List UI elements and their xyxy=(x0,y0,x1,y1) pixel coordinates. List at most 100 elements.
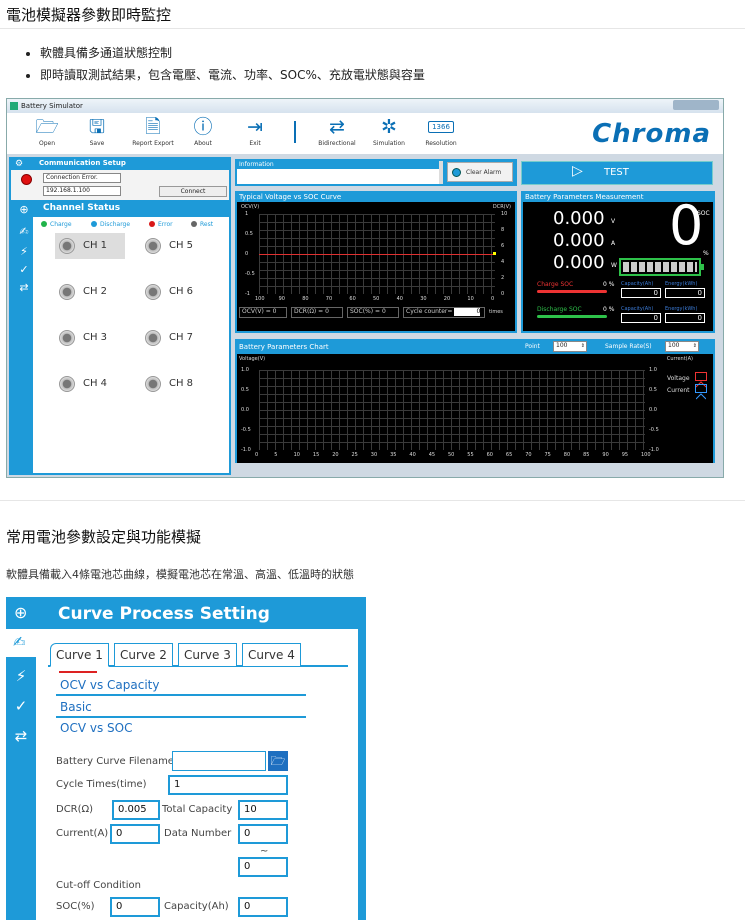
check-icon[interactable]: ✓ xyxy=(12,697,30,715)
basic-link[interactable]: Basic xyxy=(60,700,92,714)
information-title: Information xyxy=(239,161,274,168)
tick-label: 90 xyxy=(278,296,285,302)
tick-label: 60 xyxy=(486,452,493,458)
save-button[interactable]: 🖫 Save xyxy=(77,115,117,149)
sample-rate-label: Sample Rate(S) xyxy=(605,343,652,350)
current-input[interactable]: 0 xyxy=(110,824,160,844)
target-icon[interactable]: ⊕ xyxy=(14,603,27,622)
power-value: 0.000 xyxy=(553,252,605,273)
spin-icon[interactable]: ⇕ xyxy=(581,342,585,350)
curve-icon-tab[interactable]: ✍ xyxy=(6,629,36,657)
soc-percent-sign: % xyxy=(703,250,709,257)
total-capacity-input[interactable]: 10 xyxy=(238,800,288,820)
channel-led xyxy=(59,376,75,392)
current-legend-label: Current xyxy=(667,387,690,394)
channel-ch1[interactable]: CH 1 xyxy=(55,233,125,259)
tab-curve-2[interactable]: Curve 2 xyxy=(114,643,173,667)
clear-alarm-button[interactable]: Clear Alarm xyxy=(447,162,513,182)
report-icon: 🗎 xyxy=(145,116,161,138)
channel-ch2[interactable]: CH 2 xyxy=(55,279,123,305)
app-icon xyxy=(10,102,18,110)
tick-label: 1.0 xyxy=(649,367,657,373)
channel-ch4[interactable]: CH 4 xyxy=(55,371,123,397)
simulation-icon: ✲ xyxy=(381,116,397,138)
tab-curve-3[interactable]: Curve 3 xyxy=(178,643,237,667)
tick-label: 70 xyxy=(325,296,333,302)
report-export-button[interactable]: 🗎 Report Export xyxy=(129,115,177,149)
rest-legend-label: Rest xyxy=(200,221,214,228)
tick-label: 1 xyxy=(245,211,249,217)
ocv-readout: OCV(V) = 0 xyxy=(239,307,287,318)
data-number-start-input[interactable]: 0 xyxy=(238,824,288,844)
information-text-area[interactable] xyxy=(237,169,443,184)
charge-capacity-value: 0 xyxy=(621,288,661,298)
toolbar-divider xyxy=(294,121,296,143)
data-number-end-input[interactable]: 0 xyxy=(238,857,288,877)
active-tab-indicator xyxy=(59,671,97,673)
exit-button[interactable]: ⇥ Exit xyxy=(235,115,275,149)
channel-ch3[interactable]: CH 3 xyxy=(55,325,123,351)
voltage-soc-panel: Typical Voltage vs SOC Curve OCV(V) DCR(… xyxy=(235,191,517,333)
sample-rate-input[interactable]: 100 ⇕ xyxy=(665,341,699,352)
tab-curve-1[interactable]: Curve 1 xyxy=(50,643,109,673)
cutoff-capacity-input[interactable]: 0 xyxy=(238,897,288,917)
left-panel: ⚙ Communication Setup Connection Error. … xyxy=(9,157,231,475)
ocv-soc-link[interactable]: OCV vs SOC xyxy=(60,721,132,735)
section-title-monitor: 電池模擬器參數即時監控 xyxy=(6,6,172,24)
measurement-panel: Battery Parameters Measurement 0.000 V 0… xyxy=(521,191,715,333)
folder-icon: 🗁 xyxy=(270,754,286,768)
information-scrollbar[interactable] xyxy=(439,161,443,184)
tick-label: 80 xyxy=(563,452,571,458)
channel-ch6[interactable]: CH 6 xyxy=(141,279,209,305)
filename-input[interactable] xyxy=(172,751,266,771)
curve-icon[interactable]: ✍ xyxy=(15,225,33,238)
tick-label: 60 xyxy=(349,296,356,302)
swap-icon[interactable]: ⇄ xyxy=(12,727,30,745)
battery-icon[interactable]: ⚡ xyxy=(12,667,30,685)
voltage-value: 0.000 xyxy=(553,208,605,229)
comm-setup-icon: ⚙ xyxy=(15,159,24,169)
cycle-times-input[interactable]: 1 xyxy=(168,775,288,795)
browse-folder-button[interactable]: 🗁 xyxy=(268,751,288,771)
charge-legend-dot xyxy=(41,221,47,227)
feature-item: 軟體具備多通道狀態控制 xyxy=(40,42,425,64)
connect-button[interactable]: Connect xyxy=(159,186,227,197)
channel-ch7[interactable]: CH 7 xyxy=(141,325,209,351)
discharge-soc-bar xyxy=(537,315,607,318)
information-panel: Information Clear Alarm xyxy=(235,159,517,186)
window-controls[interactable] xyxy=(673,100,719,110)
channel-led xyxy=(59,330,75,346)
discharge-soc-value: 0 % xyxy=(603,306,615,313)
feature-item: 即時讀取測試結果，包含電壓、電流、功率、SOC%、充放電狀態與容量 xyxy=(40,64,425,86)
discharge-legend-dot xyxy=(91,221,97,227)
tick-label: 4 xyxy=(501,259,505,265)
target-icon[interactable]: ⊕ xyxy=(15,203,33,216)
channel-ch5[interactable]: CH 5 xyxy=(141,233,209,259)
cycle-times-unit: times xyxy=(489,309,503,315)
test-button[interactable]: ▷ TEST xyxy=(521,161,713,185)
ocv-capacity-link[interactable]: OCV vs Capacity xyxy=(60,678,159,692)
soc-big-label: SOC xyxy=(697,210,710,217)
point-label: Point xyxy=(525,343,540,350)
chroma-logo: Chroma xyxy=(592,119,711,149)
point-input[interactable]: 100 ⇕ xyxy=(553,341,587,352)
about-button[interactable]: ⓘ About xyxy=(183,115,223,149)
ip-address-input[interactable]: 192.168.1.100 xyxy=(43,186,121,196)
check-icon[interactable]: ✓ xyxy=(15,263,33,276)
link-divider xyxy=(56,716,306,718)
resolution-button[interactable]: 1366 Resolution xyxy=(419,115,463,149)
battery-icon[interactable]: ⚡ xyxy=(15,245,33,258)
tick-label: 10 xyxy=(293,452,300,458)
range-tilde: ~ xyxy=(260,846,269,857)
swap-icon[interactable]: ⇄ xyxy=(15,281,33,294)
dcr-input[interactable]: 0.005 xyxy=(112,800,160,820)
bidirectional-button[interactable]: ⇄ Bidirectional xyxy=(313,115,361,149)
tab-curve-4[interactable]: Curve 4 xyxy=(242,643,301,667)
open-button[interactable]: 🗁 Open xyxy=(27,115,67,149)
simulation-button[interactable]: ✲ Simulation xyxy=(367,115,411,149)
current-legend-swatch[interactable] xyxy=(695,384,707,400)
cutoff-soc-input[interactable]: 0 xyxy=(110,897,160,917)
channel-ch8[interactable]: CH 8 xyxy=(141,371,209,397)
voltage-legend-swatch[interactable] xyxy=(695,372,707,388)
spin-icon[interactable]: ⇕ xyxy=(693,342,697,350)
